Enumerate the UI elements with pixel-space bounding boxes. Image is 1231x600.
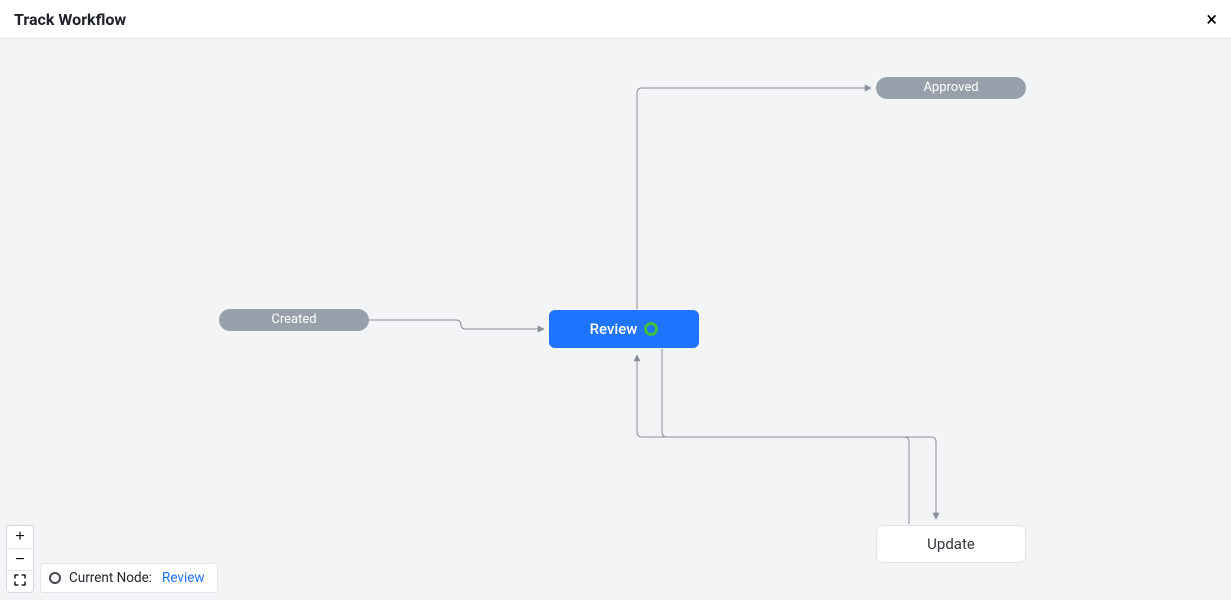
zoom-controls: + − [6, 525, 34, 593]
node-approved[interactable]: Approved [876, 77, 1026, 99]
status-indicator-icon [49, 572, 61, 584]
current-node-indicator-icon [644, 322, 658, 336]
zoom-fit-button[interactable] [7, 570, 33, 592]
node-update[interactable]: Update [876, 525, 1026, 563]
node-review-label: Review [590, 320, 638, 338]
node-approved-label: Approved [923, 80, 978, 95]
node-update-label: Update [927, 535, 975, 553]
current-node-status: Current Node: Review [40, 563, 218, 593]
workflow-canvas[interactable]: Created Review Approved Update + − Curre… [0, 39, 1231, 600]
node-review[interactable]: Review [549, 310, 699, 348]
modal-title: Track Workflow [14, 10, 126, 29]
zoom-in-button[interactable]: + [7, 526, 33, 548]
modal-header: Track Workflow × [0, 0, 1231, 39]
status-value-link[interactable]: Review [162, 570, 205, 586]
node-created-label: Created [271, 312, 316, 327]
status-label: Current Node: [69, 570, 152, 586]
close-icon[interactable]: × [1206, 9, 1217, 29]
zoom-out-button[interactable]: − [7, 548, 33, 570]
node-created[interactable]: Created [219, 309, 369, 331]
fullscreen-icon [14, 574, 26, 586]
